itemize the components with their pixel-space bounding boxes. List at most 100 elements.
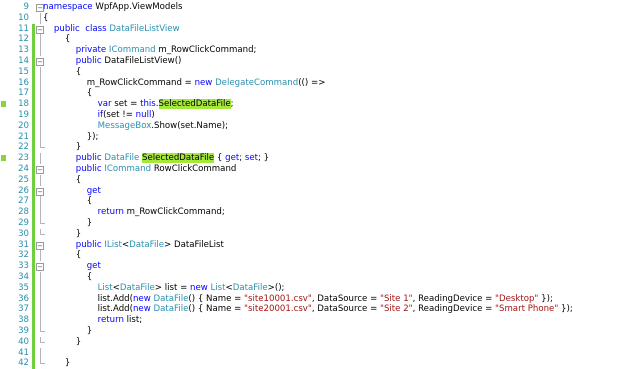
highlighted-reference: SelectedDataFile bbox=[158, 99, 231, 110]
code-token: { bbox=[43, 12, 49, 23]
code-line[interactable]: 9− namespace WpfApp.ViewModels bbox=[0, 2, 640, 13]
code-token: set = bbox=[114, 99, 141, 110]
code-line[interactable]: 39 } bbox=[0, 326, 640, 337]
code-token: } bbox=[43, 218, 93, 228]
change-indicator-bar bbox=[32, 120, 35, 132]
code-line[interactable]: 28 return m_RowClickCommand; bbox=[0, 207, 640, 218]
code-line[interactable]: 13 private ICommand m_RowClickCommand; bbox=[0, 45, 640, 56]
code-line[interactable]: 22 } bbox=[0, 142, 640, 154]
change-indicator-bar bbox=[32, 153, 35, 164]
code-line[interactable]: 18 var set = this.SelectedDataFile; bbox=[0, 99, 640, 110]
code-token: List bbox=[210, 282, 226, 293]
fold-guide-line bbox=[40, 293, 41, 305]
code-token: new bbox=[132, 293, 154, 304]
code-line[interactable]: 36 list.Add(new DataFile() { Name = "sit… bbox=[0, 293, 640, 305]
code-line[interactable]: 11− public class DataFileListView bbox=[0, 23, 640, 35]
line-number: 15 bbox=[18, 66, 29, 77]
code-token: , DataSource = bbox=[311, 304, 381, 315]
code-token: , ReadingDevice = bbox=[412, 304, 496, 315]
line-number: 30 bbox=[18, 228, 29, 239]
code-line[interactable]: 19 if(set != null) bbox=[0, 110, 640, 121]
code-text: list.Add(new DataFile() { Name = "site20… bbox=[43, 304, 573, 315]
code-token: }); bbox=[558, 304, 573, 315]
change-indicator-bar bbox=[32, 88, 35, 100]
code-token: { bbox=[43, 272, 93, 282]
code-text: list.Add(new DataFile() { Name = "site10… bbox=[43, 294, 553, 305]
code-token: < bbox=[225, 282, 233, 293]
fold-guide-line bbox=[40, 12, 41, 24]
line-number: 33 bbox=[18, 261, 29, 272]
code-text: public class DataFileListView bbox=[43, 24, 180, 35]
change-indicator-bar bbox=[32, 347, 35, 359]
code-line[interactable]: 24− public ICommand RowClickCommand bbox=[0, 164, 640, 175]
code-token: set bbox=[244, 153, 259, 164]
code-token: new bbox=[194, 77, 216, 88]
fold-guide-line bbox=[40, 282, 41, 294]
code-text: public DataFile SelectedDataFile { get ; … bbox=[43, 153, 269, 164]
code-line[interactable]: 27 { bbox=[0, 196, 640, 208]
code-line[interactable]: 30 } bbox=[0, 228, 640, 240]
code-line[interactable]: 26− get bbox=[0, 185, 640, 197]
code-text: }); bbox=[43, 131, 99, 143]
code-text: var set = this.SelectedDataFile; bbox=[43, 99, 234, 110]
code-token: ICommand bbox=[108, 45, 156, 56]
change-indicator-bar bbox=[32, 45, 35, 56]
code-token: }); bbox=[43, 131, 99, 142]
line-number: 38 bbox=[18, 315, 29, 326]
line-number: 42 bbox=[18, 358, 29, 369]
code-line[interactable]: 31− public IList<DataFile> DataFileList bbox=[0, 239, 640, 251]
code-line[interactable]: 20 MessageBox.Show(set.Name); bbox=[0, 120, 640, 132]
code-line[interactable]: 37 list.Add(new DataFile() { Name = "sit… bbox=[0, 304, 640, 316]
code-token: new bbox=[132, 304, 154, 315]
code-line[interactable]: 15 { bbox=[0, 66, 640, 78]
code-text: m_RowClickCommand = new DelegateCommand(… bbox=[43, 77, 326, 89]
change-indicator-bar bbox=[32, 250, 35, 262]
fold-guide-line bbox=[40, 347, 41, 359]
code-line[interactable]: 21 }); bbox=[0, 131, 640, 143]
code-text: } bbox=[43, 229, 81, 240]
code-line[interactable]: 34 { bbox=[0, 272, 640, 283]
change-indicator-bar bbox=[32, 142, 35, 154]
fold-guide-line bbox=[40, 45, 41, 56]
code-text: MessageBox.Show(set.Name); bbox=[43, 121, 228, 132]
code-line[interactable]: 35 List<DataFile> list = new List<DataFi… bbox=[0, 282, 640, 294]
line-number: 40 bbox=[18, 336, 29, 347]
line-number: 28 bbox=[18, 207, 29, 218]
code-line[interactable]: 32 { bbox=[0, 250, 640, 262]
code-line[interactable]: 41 bbox=[0, 347, 640, 359]
code-text: return list; bbox=[43, 315, 143, 326]
code-line[interactable]: 42 } bbox=[0, 358, 640, 369]
code-line[interactable]: 38 return list; bbox=[0, 315, 640, 326]
code-token: { bbox=[43, 250, 82, 261]
code-line[interactable]: 14− public DataFileListView() bbox=[0, 56, 640, 67]
code-text: { bbox=[43, 175, 81, 186]
code-token: get bbox=[225, 153, 240, 164]
code-token: WpfApp.ViewModels bbox=[95, 2, 183, 12]
code-line[interactable]: 12 { bbox=[0, 34, 640, 46]
code-line[interactable]: 17 { bbox=[0, 88, 640, 100]
code-line[interactable]: 10 { bbox=[0, 12, 640, 24]
code-token: public bbox=[43, 239, 105, 250]
code-text: { bbox=[43, 34, 70, 45]
code-line[interactable]: 25 { bbox=[0, 174, 640, 186]
code-token: list.Add( bbox=[43, 293, 133, 304]
code-line[interactable]: 29 } bbox=[0, 218, 640, 229]
line-number: 27 bbox=[18, 196, 29, 207]
code-line[interactable]: 23 public DataFile SelectedDataFile { ge… bbox=[0, 153, 640, 164]
code-line[interactable]: 40 } bbox=[0, 336, 640, 348]
change-indicator-bar bbox=[32, 336, 35, 348]
code-token: ; } bbox=[258, 153, 270, 164]
code-token: } bbox=[43, 142, 82, 153]
change-indicator-bar bbox=[32, 56, 35, 67]
code-text: get bbox=[43, 186, 101, 197]
code-editor[interactable]: 9− namespace WpfApp.ViewModels 10 {11− publ… bbox=[0, 0, 640, 369]
change-indicator-bar bbox=[32, 77, 35, 89]
code-token: } bbox=[43, 228, 82, 239]
change-indicator-bar bbox=[32, 326, 35, 337]
highlighted-reference: SelectedDataFile bbox=[142, 153, 215, 164]
change-indicator-bar bbox=[32, 207, 35, 218]
code-line[interactable]: 33− get bbox=[0, 261, 640, 272]
line-number: 26 bbox=[18, 185, 29, 196]
code-token: "Smart Phone" bbox=[495, 304, 559, 315]
code-line[interactable]: 16 m_RowClickCommand = new DelegateComma… bbox=[0, 77, 640, 89]
